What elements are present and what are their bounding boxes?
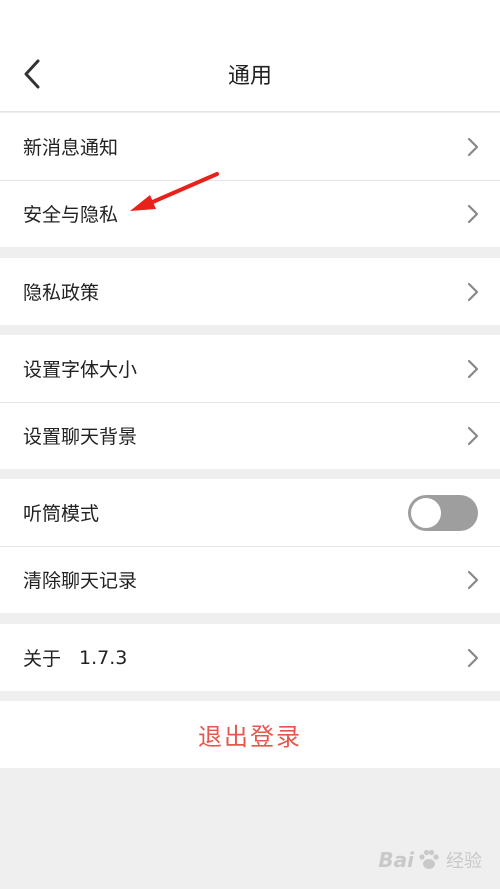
watermark-brand-right: 经验 [446,851,482,872]
settings-group-notifications: 新消息通知 安全与隐私 [0,113,500,247]
row-new-message-notification[interactable]: 新消息通知 [0,113,500,180]
chevron-right-icon [467,648,479,667]
row-font-size[interactable]: 设置字体大小 [0,335,500,402]
watermark-brand-left: Bai [378,848,414,872]
row-label: 设置字体大小 [23,359,138,381]
settings-group-display: 设置字体大小 设置聊天背景 [0,335,500,469]
app-version: 1.7.3 [79,646,128,669]
paw-icon [419,849,439,869]
baidu-watermark: Bai 经验 [378,847,482,873]
row-earpiece-mode: 听筒模式 [0,479,500,546]
row-about[interactable]: 关于 1.7.3 [0,624,500,691]
header-bar: 通用 [0,0,500,112]
settings-group-about: 关于 1.7.3 [0,624,500,691]
row-chat-background[interactable]: 设置聊天背景 [0,402,500,469]
row-label: 隐私政策 [23,282,100,304]
chevron-right-icon [467,359,479,378]
settings-group-chat: 听筒模式 清除聊天记录 [0,479,500,613]
chevron-right-icon [467,204,479,223]
page-title: 通用 [227,64,272,89]
row-label: 安全与隐私 [23,204,119,226]
chevron-right-icon [467,426,479,445]
settings-group-policy: 隐私政策 [0,258,500,325]
row-privacy-policy[interactable]: 隐私政策 [0,258,500,325]
row-clear-chat-history[interactable]: 清除聊天记录 [0,546,500,613]
row-label: 听筒模式 [23,503,100,525]
chevron-right-icon [467,282,479,301]
chevron-right-icon [467,137,479,156]
row-label: 新消息通知 [23,137,119,159]
toggle-knob [411,497,441,528]
chevron-right-icon [467,570,479,589]
logout-label: 退出登录 [198,723,302,751]
earpiece-mode-toggle[interactable] [408,494,478,531]
row-label: 设置聊天背景 [23,426,138,448]
logout-button[interactable]: 退出登录 [0,701,500,768]
row-label: 关于 [23,648,62,670]
row-security-privacy[interactable]: 安全与隐私 [0,180,500,247]
row-label: 清除聊天记录 [23,570,138,592]
